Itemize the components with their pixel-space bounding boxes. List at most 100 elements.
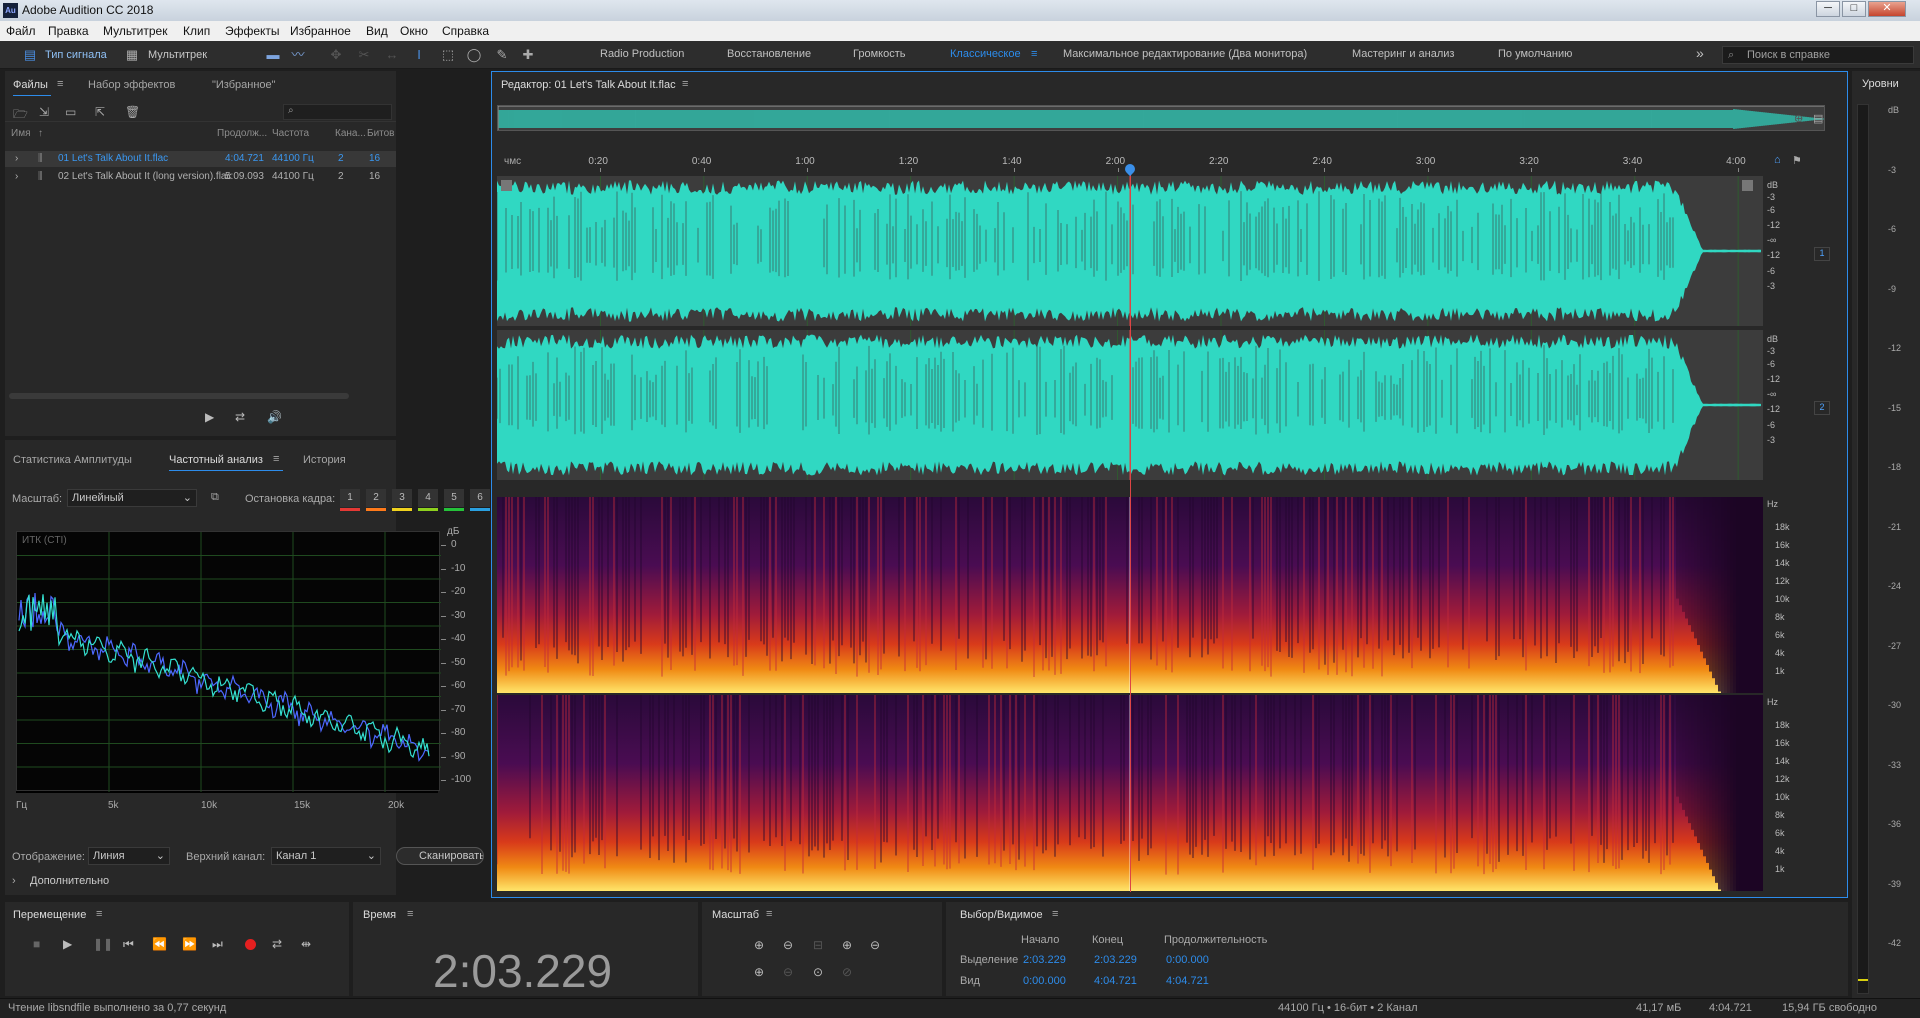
freeze-slot-button[interactable]: 6	[470, 489, 490, 507]
razor-tool-icon[interactable]: ✂	[356, 47, 372, 63]
lasso-tool-icon[interactable]: ◯	[466, 47, 482, 63]
tab-effects-rack[interactable]: Набор эффектов	[88, 79, 175, 91]
move-tool-icon[interactable]: ✥	[328, 47, 344, 63]
scan-button[interactable]: Сканировать	[396, 847, 484, 865]
column-sample-rate[interactable]: Частота	[272, 128, 309, 139]
tab-favorites[interactable]: "Избранное"	[212, 79, 276, 91]
workspace-classic[interactable]: Классическое	[950, 48, 1021, 60]
skip-icon[interactable]: ⇹	[301, 937, 311, 951]
waveform-display-icon[interactable]: ▬	[265, 47, 281, 63]
horizontal-scrollbar[interactable]	[9, 393, 349, 399]
menu-window[interactable]: Окно	[400, 24, 428, 38]
close-button[interactable]: ✕	[1868, 1, 1906, 17]
time-selection-tool-icon[interactable]: I	[411, 47, 427, 63]
loop-icon[interactable]: ⇄	[272, 937, 282, 951]
zoom-to-time-icon[interactable]: ⊕	[1794, 112, 1803, 125]
scale-dropdown[interactable]: Линейный ⌄	[67, 489, 197, 507]
fade-in-handle[interactable]	[501, 180, 512, 191]
panel-menu-icon[interactable]: ≡	[766, 908, 772, 920]
display-dropdown[interactable]: Линия ⌄	[88, 847, 170, 865]
column-duration[interactable]: Продолж...	[217, 128, 267, 139]
fast-forward-icon[interactable]: ⏩	[182, 937, 197, 951]
slip-tool-icon[interactable]: ↔	[384, 47, 400, 63]
marquee-tool-icon[interactable]: ⬚	[440, 47, 456, 63]
channel-2-button[interactable]: 2	[1814, 401, 1830, 415]
navigator-menu-icon[interactable]: ▤	[1813, 112, 1823, 125]
files-search-input[interactable]: ⌕	[283, 104, 392, 120]
workspace-radio-production[interactable]: Radio Production	[600, 48, 684, 60]
column-name[interactable]: Имя	[11, 128, 30, 139]
menu-clip[interactable]: Клип	[183, 24, 210, 38]
workspace-mastering[interactable]: Мастеринг и анализ	[1352, 48, 1454, 60]
tab-history[interactable]: История	[303, 454, 346, 466]
delete-icon[interactable]: 🗑	[125, 105, 140, 119]
tab-amplitude-statistics[interactable]: Статистика Амплитуды	[13, 454, 132, 466]
stop-icon[interactable]: ■	[33, 937, 40, 951]
more-workspaces-button[interactable]: »	[1696, 45, 1704, 61]
menu-file[interactable]: Файл	[6, 24, 36, 38]
view-end[interactable]: 4:04.721	[1094, 975, 1137, 987]
zoom-out-full-icon[interactable]: ⊟	[813, 938, 823, 952]
open-file-icon[interactable]: 🗁	[13, 105, 28, 126]
channel-dropdown[interactable]: Канал 1 ⌄	[271, 847, 381, 865]
pause-icon[interactable]: ❚❚	[93, 937, 113, 951]
go-to-end-icon[interactable]: ⏭	[212, 937, 223, 952]
expand-arrow-icon[interactable]: ›	[15, 171, 18, 182]
menu-multitrack[interactable]: Мультитрек	[103, 24, 167, 38]
tab-frequency-analysis[interactable]: Частотный анализ	[169, 454, 263, 466]
view-start[interactable]: 0:00.000	[1023, 975, 1066, 987]
record-icon[interactable]	[245, 939, 256, 950]
channel-1-button[interactable]: 1	[1814, 247, 1830, 261]
zoom-out-point-icon[interactable]: ⊖	[783, 965, 793, 979]
panel-menu-icon[interactable]: ≡	[1052, 908, 1058, 920]
snap-icon[interactable]: ⌂	[1774, 154, 1781, 166]
workspace-menu-icon[interactable]: ≡	[1031, 48, 1037, 60]
workspace-default[interactable]: По умолчанию	[1498, 48, 1572, 60]
import-file-icon[interactable]: ⇲	[39, 105, 49, 119]
maximize-button[interactable]: □	[1842, 1, 1866, 17]
column-bits[interactable]: Битов	[367, 128, 395, 139]
zoom-in-point-icon[interactable]: ⊕	[754, 965, 764, 979]
new-file-icon[interactable]: ▭	[65, 105, 76, 119]
playhead[interactable]	[1130, 168, 1131, 892]
panel-menu-icon[interactable]: ≡	[682, 78, 688, 90]
fade-out-handle[interactable]	[1742, 180, 1753, 191]
freeze-graph-icon[interactable]: ⧉	[211, 491, 219, 504]
brush-tool-icon[interactable]: ✎	[494, 47, 510, 63]
multitrack-view-button[interactable]: Мультитрек	[148, 46, 207, 64]
freeze-slot-button[interactable]: 4	[418, 489, 438, 507]
selection-start[interactable]: 2:03.229	[1023, 954, 1066, 966]
panel-menu-icon[interactable]: ≡	[273, 453, 279, 465]
go-to-start-icon[interactable]: ⏮	[123, 937, 134, 952]
waveform-view-button[interactable]: Тип сигнала	[45, 46, 107, 64]
freeze-slot-button[interactable]: 2	[366, 489, 386, 507]
expand-arrow-icon[interactable]: ›	[12, 875, 16, 887]
panel-menu-icon[interactable]: ≡	[407, 908, 413, 920]
selection-end[interactable]: 2:03.229	[1094, 954, 1137, 966]
file-name[interactable]: 01 Let's Talk About It.flac	[58, 153, 168, 164]
zoom-selection-icon[interactable]: ⊙	[813, 965, 823, 979]
minimize-button[interactable]: ─	[1816, 1, 1840, 17]
zoom-selection-out-icon[interactable]: ⊘	[842, 965, 852, 979]
panel-menu-icon[interactable]: ≡	[57, 78, 63, 90]
menu-effects[interactable]: Эффекты	[225, 24, 280, 38]
expand-arrow-icon[interactable]: ›	[15, 153, 18, 164]
freeze-slot-button[interactable]: 1	[340, 489, 360, 507]
menu-favorites[interactable]: Избранное	[290, 24, 351, 38]
play-icon[interactable]: ▶	[63, 937, 72, 951]
rewind-icon[interactable]: ⏪	[152, 937, 167, 951]
zoom-in-time-icon[interactable]: ⊕	[842, 938, 852, 952]
zoom-out-amplitude-icon[interactable]: ⊖	[783, 938, 793, 952]
overview-navigator[interactable]	[497, 105, 1825, 131]
view-duration[interactable]: 4:04.721	[1166, 975, 1209, 987]
menu-help[interactable]: Справка	[442, 24, 489, 38]
workspace-loudness[interactable]: Громкость	[853, 48, 905, 60]
spectral-display-icon[interactable]: 〰	[290, 47, 306, 63]
play-preview-icon[interactable]: ▶	[205, 410, 214, 424]
zoom-out-time-icon[interactable]: ⊖	[870, 938, 880, 952]
auto-play-icon[interactable]: 🔊	[267, 410, 282, 424]
spot-healing-tool-icon[interactable]: ✚	[520, 47, 536, 63]
workspace-restoration[interactable]: Восстановление	[727, 48, 811, 60]
menu-edit[interactable]: Правка	[48, 24, 89, 38]
freeze-slot-button[interactable]: 3	[392, 489, 412, 507]
